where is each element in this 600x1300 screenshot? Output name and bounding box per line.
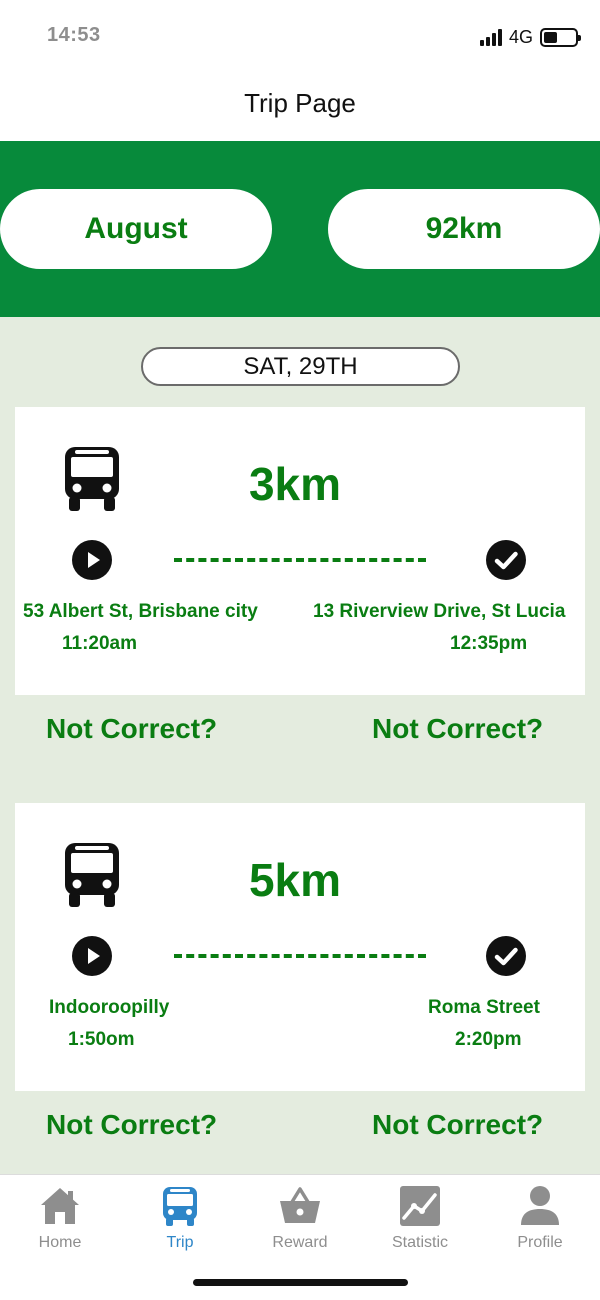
home-indicator [193, 1279, 408, 1286]
trip-card[interactable]: 5km Indooroopilly 1:50om Roma Street 2:2… [15, 803, 585, 1091]
bus-icon [65, 447, 119, 511]
check-circle-icon [486, 540, 526, 580]
start-time: 1:50om [68, 1029, 135, 1050]
status-time: 14:53 [47, 24, 101, 46]
end-not-correct-link[interactable]: Not Correct? [372, 713, 543, 745]
month-selector[interactable]: August [0, 189, 272, 269]
tab-label: Profile [517, 1234, 563, 1251]
trip-distance: 3km [248, 458, 342, 510]
end-location: 13 Riverview Drive, St Lucia [313, 601, 566, 622]
tab-reward[interactable]: Reward [240, 1185, 360, 1261]
total-distance: 92km [328, 189, 600, 269]
tab-label: Home [38, 1234, 82, 1251]
basket-icon [280, 1187, 320, 1223]
tab-label: Statistic [391, 1234, 448, 1251]
end-time: 12:35pm [450, 633, 528, 654]
status-indicators: 4G [479, 26, 581, 48]
start-location: 53 Albert St, Brisbane city [23, 601, 258, 622]
trip-list[interactable]: SAT, 29TH 3km 53 Albert St, Brisbane cit… [0, 317, 600, 1174]
route-line [174, 558, 426, 562]
tab-home[interactable]: Home [0, 1185, 120, 1261]
bus-icon [163, 1187, 197, 1226]
battery-icon [540, 27, 581, 47]
tab-trip[interactable]: Trip [120, 1185, 240, 1261]
start-not-correct-link[interactable]: Not Correct? [46, 713, 217, 745]
play-icon [72, 540, 112, 580]
battery-level [544, 31, 557, 43]
person-icon [521, 1186, 559, 1225]
start-time: 11:20am [62, 633, 138, 654]
bus-icon [65, 843, 119, 907]
tab-profile[interactable]: Profile [480, 1185, 600, 1261]
tab-label: Reward [272, 1234, 328, 1251]
start-location: Indooroopilly [49, 997, 170, 1018]
network-type: 4G [508, 26, 533, 47]
chart-icon [400, 1186, 440, 1226]
check-circle-icon [486, 936, 526, 976]
summary-band: August 92km [0, 141, 600, 317]
end-location: Roma Street [428, 997, 540, 1018]
end-not-correct-link[interactable]: Not Correct? [372, 1109, 543, 1141]
date-chip: SAT, 29TH [141, 347, 460, 386]
page-title: Trip Page [244, 88, 356, 118]
trip-card[interactable]: 3km 53 Albert St, Brisbane city 11:20am … [15, 407, 585, 695]
end-time: 2:20pm [455, 1029, 522, 1050]
tab-label: Trip [166, 1234, 194, 1251]
start-not-correct-link[interactable]: Not Correct? [46, 1109, 217, 1141]
status-bar: 14:53 4G [0, 0, 600, 74]
trip-distance: 5km [248, 854, 342, 906]
route-line [174, 954, 426, 958]
home-icon [41, 1188, 79, 1224]
tab-statistic[interactable]: Statistic [360, 1185, 480, 1261]
play-icon [72, 936, 112, 976]
signal-icon [479, 28, 502, 46]
